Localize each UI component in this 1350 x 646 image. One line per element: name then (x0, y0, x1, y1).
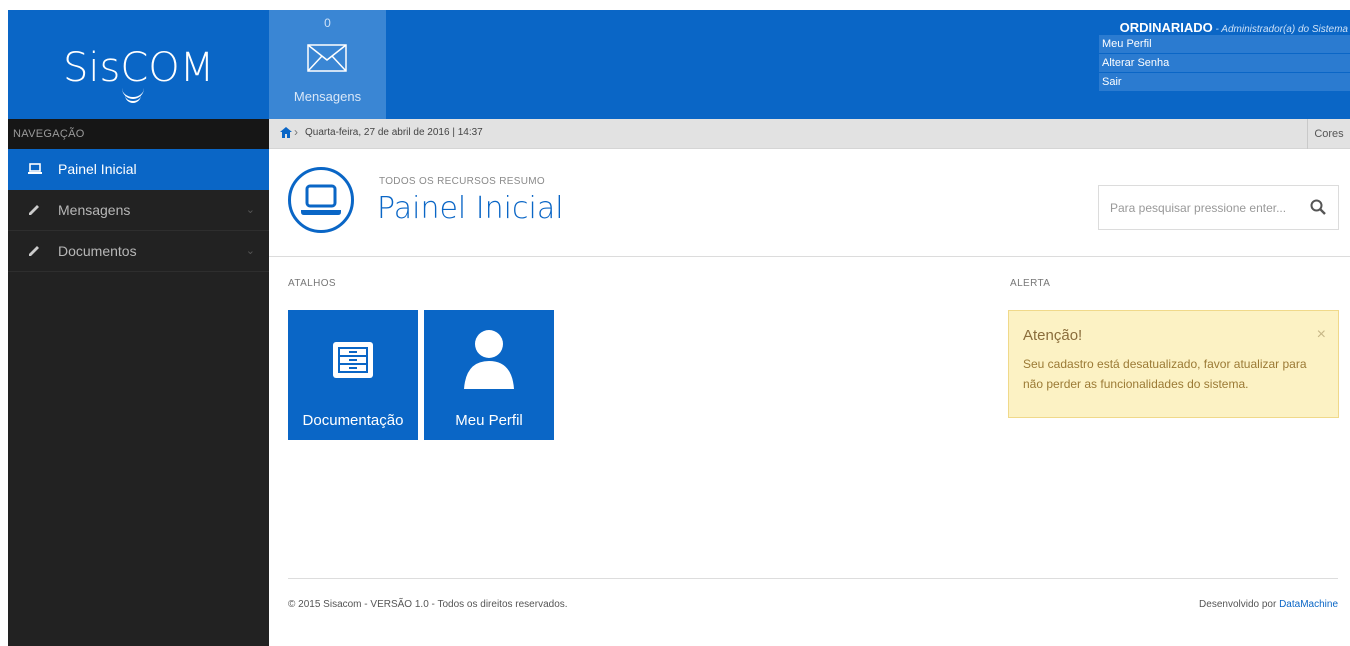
shortcut-documentacao[interactable]: Documentação (288, 310, 418, 440)
footer-divider (288, 578, 1338, 579)
sidebar-item-label: Painel Inicial (58, 161, 137, 177)
page-header: TODOS OS RECURSOS RESUMO Painel Inicial (269, 149, 1350, 257)
pencil-icon (29, 246, 39, 256)
alert-box: Atenção! × Seu cadastro está desatualiza… (1008, 310, 1339, 418)
chevron-down-icon: ⌄ (245, 204, 255, 216)
file-cabinet-icon (333, 342, 373, 378)
envelope-icon (307, 44, 347, 72)
footer-copyright: © 2015 Sisacom - VERSÃO 1.0 - Todos os d… (288, 599, 568, 610)
user-name: ORDINARIADO (1119, 20, 1213, 35)
laptop-icon (28, 163, 42, 174)
laptop-icon (301, 184, 341, 215)
alert-label: ALERTA (1010, 278, 1051, 289)
chevron-down-icon: ⌄ (245, 245, 255, 257)
shortcut-meu-perfil[interactable]: Meu Perfil (424, 310, 554, 440)
home-icon[interactable] (280, 127, 292, 138)
page-subtitle: TODOS OS RECURSOS RESUMO (379, 176, 545, 187)
pencil-icon (29, 205, 39, 215)
sidebar-item-label: Mensagens (58, 202, 131, 218)
sidebar-item-documentos[interactable]: Documentos ⌄ (8, 231, 269, 272)
close-icon[interactable]: × (1317, 326, 1326, 344)
sidebar-title: NAVEGAÇÃO (8, 119, 269, 149)
user-icon (464, 330, 514, 389)
menu-sair[interactable]: Sair (1099, 73, 1350, 91)
logo: SisCOM (63, 45, 215, 103)
search-input[interactable] (1099, 186, 1299, 229)
messages-button[interactable]: 0 Mensagens (269, 10, 386, 119)
header: SisCOM 0 Mensagens ORDINARIADO - Adminis… (8, 10, 1350, 119)
messages-label: Mensagens (293, 89, 362, 104)
shortcuts-label: ATALHOS (288, 278, 336, 289)
alert-text: Seu cadastro está desatualizado, favor a… (1023, 357, 1307, 391)
messages-count: 0 (324, 16, 331, 30)
user-box: ORDINARIADO - Administrador(a) do Sistem… (1099, 10, 1350, 91)
sidebar-item-painel-inicial[interactable]: Painel Inicial (8, 149, 269, 190)
sidebar-item-label: Documentos (58, 243, 137, 259)
footer-credits: Desenvolvido por DataMachine (1199, 599, 1338, 610)
datamachine-link[interactable]: DataMachine (1279, 599, 1338, 610)
logo-text-c: C (120, 45, 149, 103)
search-icon[interactable] (1310, 199, 1326, 215)
logo-text-end: OM (148, 45, 215, 91)
shortcut-label: Documentação (302, 412, 404, 429)
top-strip (0, 0, 1350, 10)
alert-title: Atenção! (1023, 327, 1083, 344)
user-title: ORDINARIADO - Administrador(a) do Sistem… (1099, 10, 1350, 35)
shortcut-label: Meu Perfil (455, 412, 523, 429)
logo-text-start: Sis (63, 45, 121, 91)
footer-credits-prefix: Desenvolvido por (1199, 599, 1280, 610)
sidebar-item-mensagens[interactable]: Mensagens ⌄ (8, 190, 269, 231)
sidebar: NAVEGAÇÃO Painel Inicial Mensagens ⌄ Doc… (8, 119, 269, 646)
user-role: - Administrador(a) do Sistema (1212, 24, 1348, 35)
page-icon (288, 167, 354, 233)
chevron-right-icon: › (294, 125, 298, 139)
logo-area[interactable]: SisCOM (8, 10, 269, 119)
search-box (1098, 185, 1339, 230)
breadcrumb: › Quarta-feira, 27 de abril de 2016 | 14… (269, 119, 1350, 149)
breadcrumb-date: Quarta-feira, 27 de abril de 2016 | 14:3… (305, 127, 483, 138)
menu-alterar-senha[interactable]: Alterar Senha (1099, 54, 1350, 72)
menu-meu-perfil[interactable]: Meu Perfil (1099, 35, 1350, 53)
page-title: Painel Inicial (377, 191, 564, 226)
cores-button[interactable]: Cores (1307, 119, 1350, 149)
